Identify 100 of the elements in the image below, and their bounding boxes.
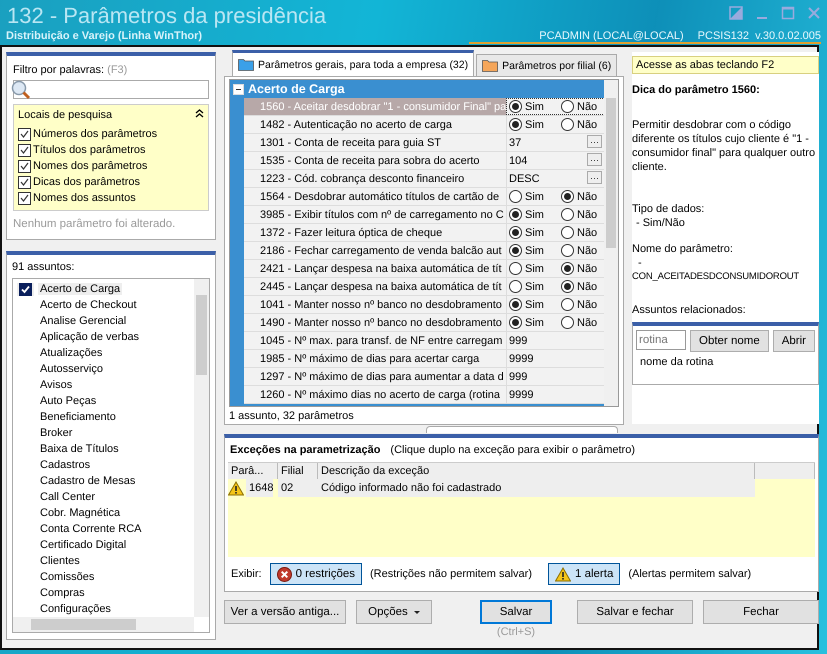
radio-button[interactable]: Sim <box>509 100 555 113</box>
parameter-row[interactable]: 1482 - Autenticação no acerto de carga Sim Não <box>244 116 604 134</box>
subject-item[interactable]: Cobr. Magnética <box>38 507 122 519</box>
subject-item[interactable]: Avisos <box>38 379 74 391</box>
radio-button[interactable]: Sim <box>509 280 555 293</box>
maximize-icon[interactable] <box>781 6 795 20</box>
subject-item[interactable]: Cadastros <box>38 459 92 471</box>
parameter-row[interactable]: 2186 - Fechar carregamento de venda balcão aut Sim Não <box>244 242 604 260</box>
lookup-button[interactable]: ··· <box>587 135 602 148</box>
radio-button[interactable]: Sim <box>509 316 555 329</box>
save-button[interactable]: Salvar <box>480 600 552 624</box>
parameter-row[interactable]: 1223 - Cód. cobrança desconto financeiro DESC ··· <box>244 170 604 188</box>
lookup-button[interactable]: ··· <box>587 153 602 166</box>
parameter-row[interactable]: 1535 - Conta de receita para sobra do acerto 104 ··· <box>244 152 604 170</box>
search-icon <box>11 80 31 100</box>
radio-button[interactable]: Não <box>561 208 604 221</box>
parameter-row[interactable]: 2421 - Lançar despesa na baixa automática de tít Sim Não <box>244 260 604 278</box>
subject-item[interactable]: Acerto de Carga <box>38 283 122 295</box>
radio-button[interactable]: Sim <box>509 118 555 131</box>
subject-item[interactable]: Autosserviço <box>38 363 105 375</box>
parameter-row[interactable]: 1297 - Nº máximo de dias para aumentar a data d 999 <box>244 368 604 386</box>
value-field[interactable]: 9999 <box>509 388 534 400</box>
subject-item[interactable]: Atualizações <box>38 347 104 359</box>
value-field[interactable]: 999 <box>509 370 528 382</box>
subject-item[interactable]: Beneficiamento <box>38 411 118 423</box>
subject-item[interactable]: Acerto de Checkout <box>38 299 139 311</box>
subject-item[interactable]: Configurações <box>38 603 113 615</box>
action-button[interactable]: Ver a versão antiga... <box>224 600 346 624</box>
value-field[interactable]: 999 <box>509 334 528 346</box>
parameter-row[interactable]: 1041 - Manter nosso nº banco no desdobramento Sim Não <box>244 296 604 314</box>
radio-button[interactable]: Não <box>561 100 604 113</box>
subject-item[interactable]: Auto Peças <box>38 395 98 407</box>
scrollbar[interactable] <box>13 617 194 632</box>
subject-item[interactable]: Broker <box>38 427 74 439</box>
checkbox[interactable] <box>18 128 31 140</box>
checkbox-label: Nomes dos assuntos <box>33 192 136 204</box>
hint-title: Dica do parâmetro 1560: <box>632 84 761 96</box>
parameter-label: 1564 - Desdobrar automático títulos de cartão de <box>260 190 500 202</box>
subject-item[interactable]: Certificado Digital <box>38 539 128 551</box>
restrictions-toggle[interactable]: 0 restrições <box>270 563 362 585</box>
checkbox[interactable] <box>18 176 31 188</box>
radio-button[interactable]: Não <box>561 190 604 203</box>
radio-button[interactable]: Não <box>561 316 604 329</box>
scrollbar[interactable] <box>194 279 209 617</box>
get-name-button[interactable]: Obter nome <box>690 330 769 352</box>
parameter-row[interactable]: 1372 - Fazer leitura óptica de cheque Sim Não <box>244 224 604 242</box>
restore-icon[interactable] <box>729 6 743 20</box>
splitter-handle[interactable] <box>426 426 618 432</box>
parameter-row[interactable]: 2445 - Lançar despesa na baixa automática de tít Sim Não <box>244 278 604 296</box>
radio-button[interactable]: Não <box>561 118 604 131</box>
checkbox[interactable] <box>18 192 31 204</box>
radio-button[interactable]: Não <box>561 280 604 293</box>
parameter-row[interactable]: 1045 - Nº max. para transf. de NF entre carregam 999 <box>244 332 604 350</box>
parameter-row[interactable]: 1301 - Conta de receita para guia ST 37 ··· <box>244 134 604 152</box>
collapse-icon[interactable] <box>195 109 204 118</box>
value-field[interactable]: DESC <box>509 172 540 184</box>
checkbox[interactable] <box>18 144 31 156</box>
value-field[interactable]: 104 <box>509 154 528 166</box>
subject-item[interactable]: Call Center <box>38 491 98 503</box>
radio-button[interactable]: Não <box>561 244 604 257</box>
subject-item[interactable]: Comissões <box>38 571 96 583</box>
parameter-row[interactable]: 1260 - Nº máximo dias no acerto de carga (rotina 9999 <box>244 386 604 404</box>
subject-item[interactable]: Conta Corrente RCA <box>38 523 144 535</box>
value-field[interactable]: 37 <box>509 136 522 148</box>
radio-button[interactable]: Sim <box>509 262 555 275</box>
parameter-row[interactable]: 1560 - Aceitar desdobrar "1 - consumidor Final" pa Sim Não <box>244 98 604 116</box>
parameter-row[interactable]: 1490 - Manter nosso nº banco no desdobramento Sim Não <box>244 314 604 332</box>
radio-button[interactable]: Não <box>561 226 604 239</box>
options-button[interactable]: Opções <box>356 600 432 624</box>
subject-item[interactable]: Compras <box>38 587 87 599</box>
radio-button[interactable]: Não <box>561 298 604 311</box>
subject-item[interactable]: Analise Gerencial <box>38 315 128 327</box>
parameter-row[interactable]: 3985 - Exibir títulos com nº de carregamento no C Sim Não <box>244 206 604 224</box>
radio-button[interactable]: Não <box>561 262 604 275</box>
subject-item[interactable]: Cadastro de Mesas <box>38 475 138 487</box>
subject-item[interactable]: Aplicação de verbas <box>38 331 142 343</box>
alerts-toggle[interactable]: 1 alerta <box>548 563 620 585</box>
open-button[interactable]: Abrir <box>772 330 816 352</box>
checkbox[interactable] <box>18 160 31 172</box>
value-field[interactable]: 9999 <box>509 352 534 364</box>
lookup-button[interactable]: ··· <box>587 171 602 184</box>
radio-button[interactable]: Sim <box>509 226 555 239</box>
scrollbar[interactable] <box>604 80 618 406</box>
radio-button[interactable]: Sim <box>509 208 555 221</box>
radio-button[interactable]: Sim <box>509 244 555 257</box>
parameter-row[interactable]: 1564 - Desdobrar automático títulos de cartão de Sim Não <box>244 188 604 206</box>
radio-button[interactable]: Sim <box>509 298 555 311</box>
search-field[interactable] <box>13 80 209 99</box>
check-icon[interactable] <box>19 282 32 296</box>
subject-item[interactable]: Clientes <box>38 555 82 567</box>
action-button[interactable]: Salvar e fechar <box>577 600 694 624</box>
tab[interactable]: Parâmetros gerais, para toda a empresa (32) <box>232 50 474 76</box>
subject-item[interactable]: Baixa de Títulos <box>38 443 121 455</box>
tab[interactable]: Parâmetros por filial (6) <box>476 54 618 76</box>
parameter-row[interactable]: 1985 - Nº máximo de dias para acertar carga 9999 <box>244 350 604 368</box>
radio-button[interactable]: Sim <box>509 190 555 203</box>
close-icon[interactable] <box>807 6 821 20</box>
routine-field[interactable]: rotina <box>636 330 686 350</box>
action-button[interactable]: Fechar <box>703 600 820 624</box>
group-header: Acerto de Carga <box>248 82 345 96</box>
